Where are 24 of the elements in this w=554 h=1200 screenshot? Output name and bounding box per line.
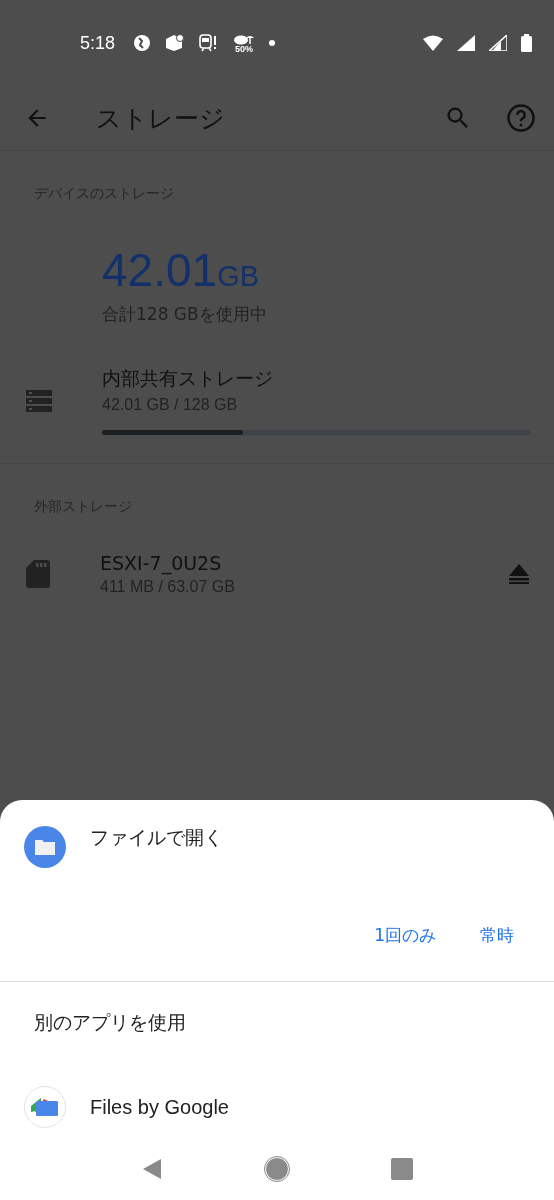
wifi-icon bbox=[423, 35, 443, 51]
storage-icon bbox=[26, 389, 52, 412]
battery-icon bbox=[521, 34, 532, 52]
status-time: 5:18 bbox=[80, 32, 116, 54]
eject-button[interactable] bbox=[508, 564, 530, 584]
app-name[interactable]: Files by Google bbox=[90, 1095, 229, 1119]
files-app-icon[interactable] bbox=[24, 1086, 66, 1128]
screen-title: ストレージ bbox=[96, 102, 226, 135]
sd-card-icon bbox=[26, 560, 50, 588]
used-unit: GB bbox=[217, 260, 260, 293]
signal-icon bbox=[457, 35, 475, 51]
choice-button[interactable]: 1回のみ bbox=[364, 916, 446, 955]
recents-nav-button[interactable] bbox=[391, 1158, 414, 1180]
cube-icon bbox=[165, 34, 186, 52]
folder-icon bbox=[24, 826, 66, 868]
other-apps-header: 別のアプリを使用 bbox=[33, 1010, 187, 1035]
choice-button[interactable]: 常時 bbox=[470, 916, 524, 955]
rain-chance: 50% bbox=[235, 44, 254, 54]
help-button[interactable] bbox=[506, 103, 536, 133]
sheet-title: ファイルで開く bbox=[90, 825, 223, 850]
notification-dot-icon bbox=[269, 40, 276, 46]
used-amount: 42.01 bbox=[102, 243, 218, 297]
signal-icon bbox=[489, 35, 507, 51]
home-nav-button[interactable] bbox=[264, 1156, 290, 1182]
